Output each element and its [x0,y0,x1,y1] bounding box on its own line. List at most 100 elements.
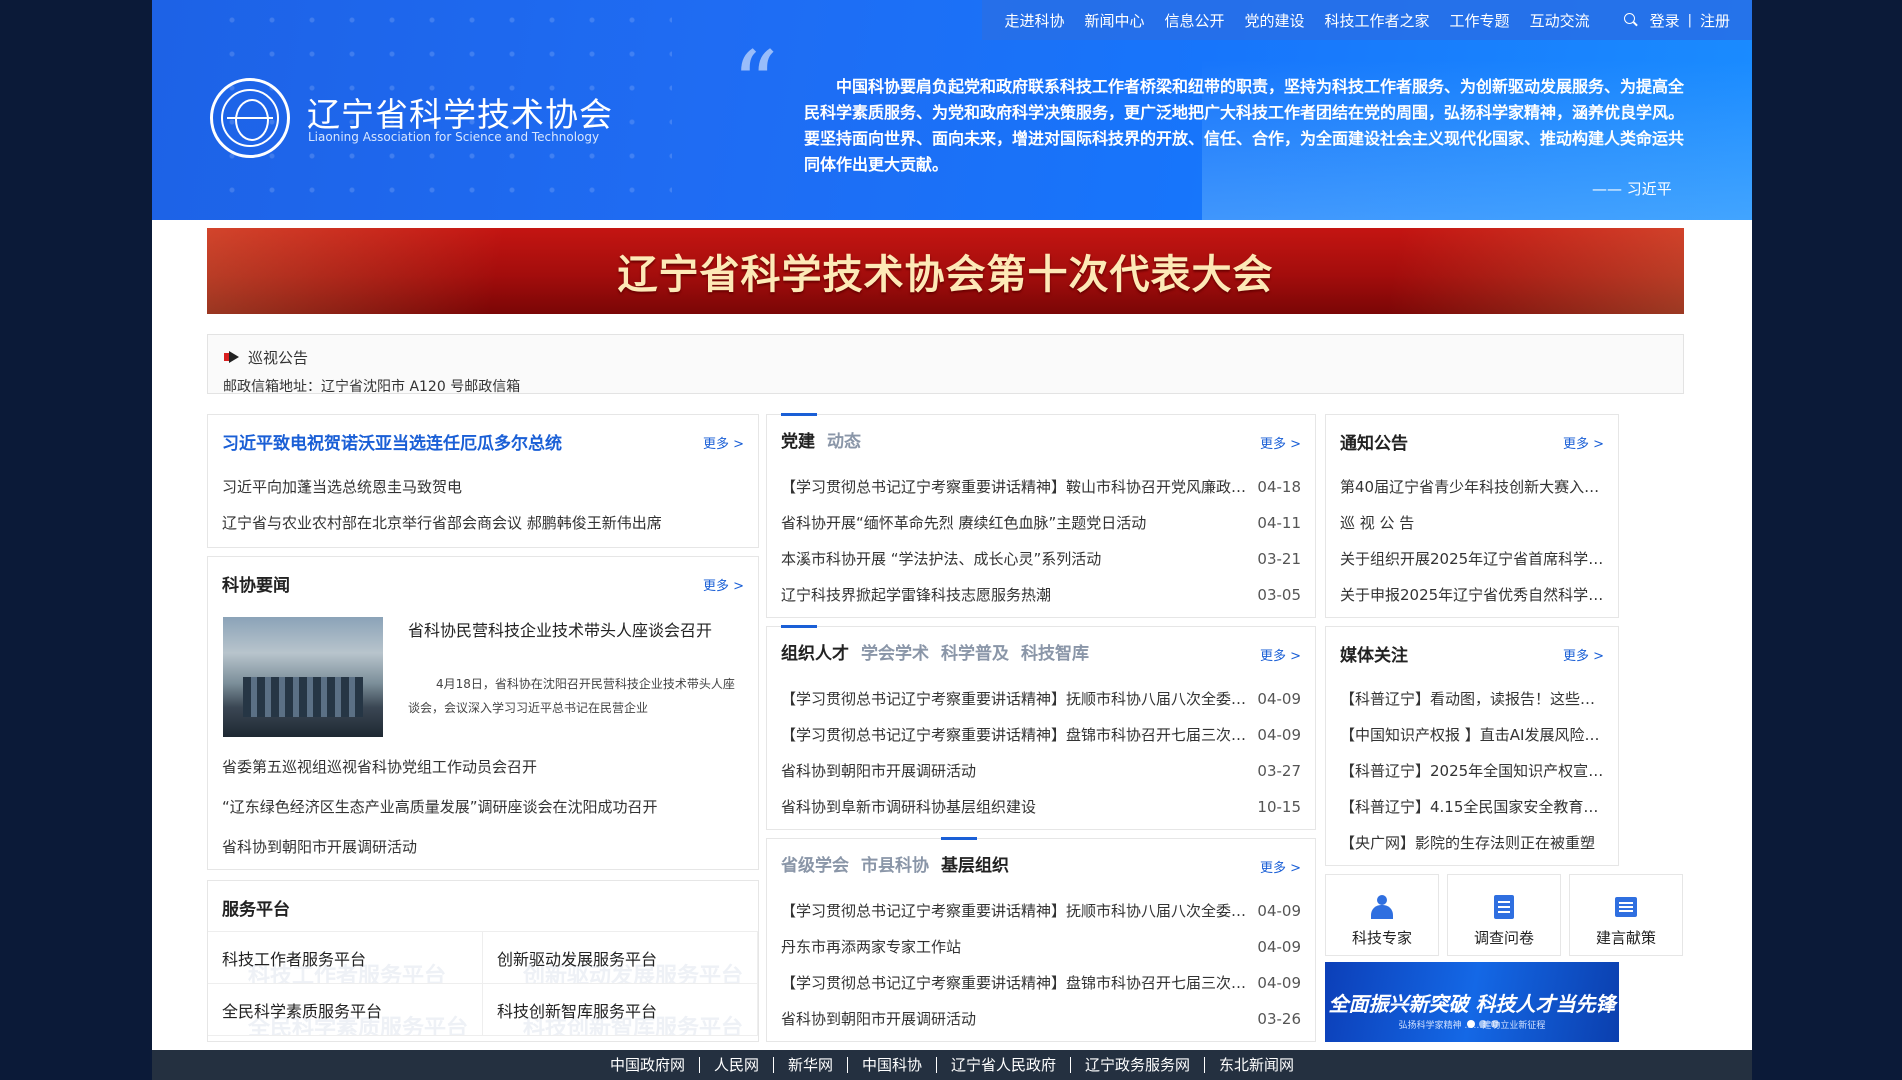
list-item[interactable]: 关于申报2025年辽宁省优秀自然科学学术著作出版资助的通知 [1340,577,1604,613]
announce-panel-title: 通知公告 [1340,434,1408,454]
expert-icon [1369,895,1395,919]
service-item[interactable]: 科技创新智库服务平台 科技创新智库服务平台 [483,984,758,1036]
more-link[interactable]: 更多 > [1563,645,1604,664]
list-item[interactable]: 【学习贯彻总书记辽宁考察重要讲话精神】抚顺市科协八届八次全委会议召开 04-09 [781,681,1301,717]
more-link[interactable]: 更多 > [1260,433,1301,452]
advice-button[interactable]: 建言献策 [1569,874,1683,956]
more-link[interactable]: 更多 > [1563,433,1604,452]
congress-banner[interactable]: 辽宁省科学技术协会第十次代表大会 [207,228,1684,314]
tab-org-talent[interactable]: 组织人才 [781,625,849,674]
list-item[interactable]: 省科协到朝阳市开展调研活动 [222,827,744,867]
carousel-dot[interactable] [1467,1020,1475,1028]
expert-label: 科技专家 [1351,929,1412,947]
list-item[interactable]: 【科普辽宁】4.15全民国家安全教育日丨一起学习 [1340,789,1604,825]
footer-link[interactable]: 辽宁政务服务网 [1071,1057,1206,1073]
leader-quote: 中国科协要肩负起党和政府联系科技工作者桥梁和纽带的职责，坚持为科技工作者服务、为… [804,77,1685,174]
media-list: 【科普辽宁】看动图，读报告！这些内容与你息息相关 【中国知识产权报 】直击AI发… [1340,681,1604,861]
carousel-dot[interactable] [1491,1020,1499,1028]
survey-button[interactable]: 调查问卷 [1447,874,1561,956]
nav-interaction[interactable]: 互动交流 [1520,10,1600,31]
footer-link[interactable]: 新华网 [774,1057,848,1073]
footer-link[interactable]: 中国政府网 [596,1057,700,1073]
list-item[interactable]: 【科普辽宁】看动图，读报告！这些内容与你息息相关 [1340,681,1604,717]
list-item[interactable]: 习近平向加蓬当选总统恩圭马致贺电 [222,469,744,505]
org-name-en: Liaoning Association for Science and Tec… [308,130,600,144]
list-item[interactable]: “辽东绿色经济区生态产业高质量发展”调研座谈会在沈阳成功召开 [222,787,744,827]
news-panel-title: 科协要闻 [222,576,290,596]
list-item[interactable]: 本溪市科协开展 “学法护法、成长心灵”系列活动 03-21 [781,541,1301,577]
list-item[interactable]: 【学习贯彻总书记辽宁考察重要讲话精神】鞍山市科协召开党风廉政建设工作会议04-1… [781,469,1301,505]
notice-strip: 巡视公告 邮政信箱地址：辽宁省沈阳市 A120 号邮政信箱 [207,334,1684,394]
service-grid: 科技工作者服务平台 科技工作者服务平台 创新驱动发展服务平台 创新驱动发展服务平台 … [208,931,758,1036]
nav-info-disclosure[interactable]: 信息公开 [1155,10,1235,31]
list-item[interactable]: 【学习贯彻总书记辽宁考察重要讲话精神】盘锦市科协召开七届三次全委会议 04-09 [781,965,1301,1001]
tab-academic[interactable]: 学会学术 [861,639,929,674]
list-item[interactable]: 辽宁省与农业农村部在北京举行省部会商会议 郝鹏韩俊王新伟出席 [222,505,744,541]
list-item[interactable]: 丹东市再添两家专家工作站 04-09 [781,929,1301,965]
feature-news-title[interactable]: 省科协民营科技企业技术带头人座谈会召开 [408,617,712,641]
talent-banner[interactable]: ‹ 全面振兴新突破 科技人才当先锋 弘扬科学家精神 ……建功立业新征程 › [1325,962,1619,1042]
nav-scientists-home[interactable]: 科技工作者之家 [1315,10,1440,31]
more-link[interactable]: 更多 > [1260,645,1301,664]
list-item[interactable]: 辽宁科技界掀起学雷锋科技志愿服务热潮 03-05 [781,577,1301,613]
list-item[interactable]: 【中国知识产权报 】直击AI发展风险，破译数据安全密码 [1340,717,1604,753]
list-item[interactable]: 省科协开展“缅怀革命先烈 赓续红色血脉”主题党日活动 04-11 [781,505,1301,541]
login-link[interactable]: 登录 [1646,10,1684,31]
headline-title[interactable]: 习近平致电祝贺诺沃亚当选连任厄瓜多尔总统 [222,429,562,454]
footer-link[interactable]: 人民网 [700,1057,774,1073]
list-item[interactable]: 省委第五巡视组巡视省科协党组工作动员会召开 [222,747,744,787]
nav-about[interactable]: 走进科协 [994,10,1074,31]
footer-link[interactable]: 辽宁省人民政府 [937,1057,1072,1073]
tab-provincial-societies[interactable]: 省级学会 [781,851,849,886]
list-item[interactable]: 省科协到阜新市调研科协基层组织建设 10-15 [781,789,1301,825]
news-photo[interactable] [223,617,383,737]
list-item[interactable]: 省科协到朝阳市开展调研活动 03-26 [781,1001,1301,1037]
list-item[interactable]: 【科普辽宁】2025年全国知识产权宣传周｜知识产权 [1340,753,1604,789]
list-item[interactable]: 巡 视 公 告 [1340,505,1604,541]
more-link[interactable]: 更多 > [703,433,744,452]
list-item[interactable]: 【学习贯彻总书记辽宁考察重要讲话精神】抚顺市科协八届八次全委会议召开 04-09 [781,893,1301,929]
tab-think-tank[interactable]: 科技智库 [1021,639,1089,674]
list-item[interactable]: 第40届辽宁省青少年科技创新大赛入围终评项目公示 [1340,469,1604,505]
talent-banner-title: 全面振兴新突破 科技人才当先锋 [1328,992,1616,1016]
news-list: 省委第五巡视组巡视省科协党组工作动员会召开 “辽东绿色经济区生态产业高质量发展”… [222,747,744,867]
nav-news[interactable]: 新闻中心 [1074,10,1154,31]
tab-city-county[interactable]: 市县科协 [861,851,929,886]
search-icon[interactable] [1622,11,1640,29]
more-link[interactable]: 更多 > [1260,857,1301,876]
expert-button[interactable]: 科技专家 [1325,874,1439,956]
service-item[interactable]: 创新驱动发展服务平台 创新驱动发展服务平台 [483,932,758,984]
cast-logo-icon[interactable] [210,78,290,158]
footer-link[interactable]: 中国科协 [848,1057,937,1073]
list-item[interactable]: 【央广网】影院的生存法则正在被重塑 [1340,825,1604,861]
service-item[interactable]: 科技工作者服务平台 科技工作者服务平台 [208,932,483,984]
service-item[interactable]: 全民科学素质服务平台 全民科学素质服务平台 [208,984,483,1036]
advice-label: 建言献策 [1595,929,1656,947]
tab-science-popularization[interactable]: 科学普及 [941,639,1009,674]
nav-topics[interactable]: 工作专题 [1440,10,1520,31]
tab-grassroots[interactable]: 基层组织 [941,837,1009,886]
footer-link[interactable]: 东北新闻网 [1205,1057,1308,1073]
media-panel-title: 媒体关注 [1340,646,1408,666]
survey-label: 调查问卷 [1473,929,1534,947]
list-item[interactable]: 关于组织开展2025年辽宁省首席科学传播专家推荐工作的通知 [1340,541,1604,577]
chevron-right-icon[interactable]: › [1605,988,1613,1012]
page: 走进科协 新闻中心 信息公开 党的建设 科技工作者之家 工作专题 互动交流 登录… [152,0,1752,1080]
notice-title[interactable]: 巡视公告 [248,347,308,368]
nav-party-building[interactable]: 党的建设 [1235,10,1315,31]
org-list: 【学习贯彻总书记辽宁考察重要讲话精神】抚顺市科协八届八次全委会议召开 04-09 … [781,681,1301,825]
party-panel: 党建 动态 更多 > 【学习贯彻总书记辽宁考察重要讲话精神】鞍山市科协召开党风廉… [766,413,1316,618]
more-link[interactable]: 更多 > [703,575,744,594]
footer-links: 中国政府网 人民网 新华网 中国科协 辽宁省人民政府 辽宁政务服务网 东北新闻网 [152,1050,1752,1080]
announce-panel: 通知公告 更多 > 第40届辽宁省青少年科技创新大赛入围终评项目公示 巡 视 公… [1325,414,1619,618]
tab-dynamics[interactable]: 动态 [827,427,861,462]
list-item[interactable]: 省科协到朝阳市开展调研活动 03-27 [781,753,1301,789]
banner-title: 辽宁省科学技术协会第十次代表大会 [617,252,1274,298]
top-nav: 走进科协 新闻中心 信息公开 党的建设 科技工作者之家 工作专题 互动交流 登录… [982,0,1752,40]
org-tabs: 组织人才 学会学术 科学普及 科技智库 [781,625,1101,674]
register-link[interactable]: 注册 [1696,10,1734,31]
list-item[interactable]: 【学习贯彻总书记辽宁考察重要讲话精神】盘锦市科协召开七届三次全委会议 04-09 [781,717,1301,753]
org-name[interactable]: 辽宁省科学技术协会 [307,88,613,136]
tab-party-building[interactable]: 党建 [781,413,817,462]
carousel-dot[interactable] [1479,1020,1487,1028]
